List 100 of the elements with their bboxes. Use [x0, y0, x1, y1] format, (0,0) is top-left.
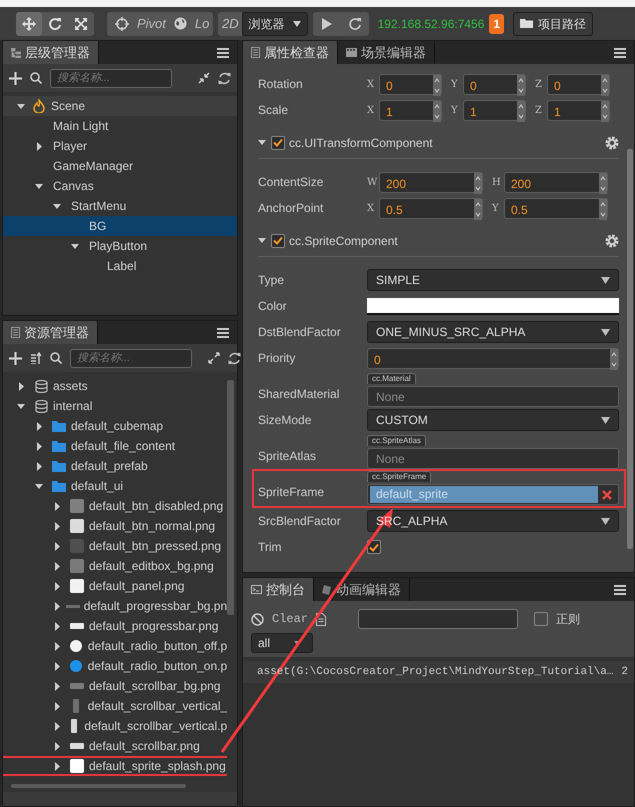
expanded-arrow-icon[interactable]	[17, 402, 26, 410]
number-field[interactable]: 0	[547, 74, 610, 94]
move-icon[interactable]	[22, 16, 36, 30]
spinner-icon[interactable]	[601, 74, 609, 96]
number-field[interactable]: 200	[504, 172, 608, 192]
tree-item[interactable]: Label	[3, 256, 237, 276]
expanded-arrow-icon[interactable]	[258, 236, 267, 245]
tree-item[interactable]: Canvas	[3, 176, 237, 196]
panel-tab[interactable]: 资源管理器	[3, 321, 98, 344]
spinner-icon[interactable]	[599, 198, 607, 220]
tree-item[interactable]: default_prefab	[3, 456, 228, 476]
tree-item[interactable]: default_scrollbar.png	[3, 736, 228, 756]
collapsed-arrow-icon[interactable]	[53, 562, 62, 570]
tree-item[interactable]: default_radio_button_off.p	[3, 636, 228, 656]
number-field[interactable]: 0.5	[379, 198, 483, 218]
server-address[interactable]: 192.168.52.96:7456	[378, 14, 484, 32]
menu-icon[interactable]	[614, 48, 626, 58]
collapsed-arrow-icon[interactable]	[53, 722, 62, 730]
spinner-icon[interactable]	[474, 198, 482, 220]
number-field[interactable]: 0.5	[504, 198, 608, 218]
number-field[interactable]: 1	[379, 100, 442, 120]
collapsed-arrow-icon[interactable]	[53, 542, 62, 550]
sort-icon[interactable]	[30, 352, 42, 364]
file-icon[interactable]	[316, 612, 326, 626]
add-icon[interactable]	[9, 352, 22, 364]
search-icon[interactable]	[30, 72, 42, 84]
number-field[interactable]: 0	[379, 74, 442, 94]
asset-field[interactable]: None	[367, 448, 619, 469]
tree-item[interactable]: default_editbox_bg.png	[3, 556, 228, 576]
asset-field[interactable]: None	[367, 386, 619, 407]
close-icon[interactable]	[602, 490, 612, 500]
tree-item[interactable]: BG	[3, 216, 237, 236]
checkbox[interactable]	[534, 612, 548, 626]
number-field[interactable]: 1	[547, 100, 610, 120]
collapsed-arrow-icon[interactable]	[35, 462, 44, 470]
collapsed-arrow-icon[interactable]	[35, 422, 44, 430]
expanded-arrow-icon[interactable]	[35, 182, 44, 190]
collapsed-arrow-icon[interactable]	[53, 662, 62, 670]
dropdown-select[interactable]: ONE_MINUS_SRC_ALPHA	[367, 321, 619, 343]
menu-icon[interactable]	[217, 48, 229, 58]
number-field[interactable]: 0	[463, 74, 526, 94]
crosshair-icon[interactable]	[115, 16, 129, 30]
tree-item[interactable]: default_cubemap	[3, 416, 228, 436]
project-path-button[interactable]: 项目路径	[513, 12, 594, 36]
tree-item[interactable]: Scene	[3, 96, 237, 116]
refresh-icon[interactable]	[228, 352, 241, 364]
collapsed-arrow-icon[interactable]	[35, 442, 44, 450]
scale-icon[interactable]	[74, 16, 88, 30]
spinner-icon[interactable]	[517, 100, 525, 122]
tree-item[interactable]: PlayButton	[3, 236, 237, 256]
log-level-select[interactable]: all	[251, 633, 313, 653]
tree-item[interactable]: StartMenu	[3, 196, 237, 216]
collapsed-arrow-icon[interactable]	[53, 502, 62, 510]
collapse-icon[interactable]	[198, 72, 210, 84]
panel-tab[interactable]: 层级管理器	[3, 41, 99, 64]
spinner-icon[interactable]	[474, 172, 482, 194]
tool-button[interactable]	[16, 12, 42, 36]
settings-icon[interactable]	[605, 234, 619, 248]
dropdown-select[interactable]: SIMPLE	[367, 269, 619, 291]
spinner-icon[interactable]	[517, 74, 525, 96]
search-field[interactable]: 搜索名称...	[70, 348, 192, 368]
collapsed-arrow-icon[interactable]	[35, 142, 44, 150]
tree-item[interactable]: default_panel.png	[3, 576, 228, 596]
collapsed-arrow-icon[interactable]	[53, 602, 62, 610]
tree-item[interactable]: default_scrollbar_bg.png	[3, 676, 228, 696]
menu-icon[interactable]	[614, 584, 626, 594]
tree-item[interactable]: default_scrollbar_vertical_	[3, 696, 228, 716]
tree-item[interactable]: default_ui	[3, 476, 228, 496]
spinner-icon[interactable]	[599, 172, 607, 194]
expanded-arrow-icon[interactable]	[35, 482, 44, 490]
color-swatch[interactable]	[367, 298, 619, 314]
collapsed-arrow-icon[interactable]	[53, 742, 62, 750]
refresh-icon[interactable]	[218, 72, 231, 84]
tree-item[interactable]: Main Light	[3, 116, 237, 136]
tree-item[interactable]: Player	[3, 136, 237, 156]
enable-checkbox[interactable]	[271, 234, 285, 248]
tree-item[interactable]: assets	[3, 376, 228, 396]
panel-tab[interactable]: 属性检查器	[243, 41, 338, 64]
collapsed-arrow-icon[interactable]	[17, 382, 26, 390]
number-field[interactable]: 200	[379, 172, 483, 192]
mode-2d-button[interactable]: 2D	[218, 12, 243, 36]
tree-item[interactable]: default_scrollbar_vertical.p	[3, 716, 228, 736]
enable-checkbox[interactable]	[271, 136, 285, 150]
panel-tab[interactable]: 控制台	[243, 578, 314, 601]
collapsed-arrow-icon[interactable]	[53, 682, 62, 690]
search-field[interactable]: 搜索名称...	[50, 68, 172, 88]
tree-item[interactable]: internal	[3, 396, 228, 416]
globe-icon[interactable]	[174, 17, 187, 30]
coordinate-toggle[interactable]: Lo	[194, 14, 210, 34]
spinner-icon[interactable]	[601, 100, 609, 122]
expanded-arrow-icon[interactable]	[53, 202, 62, 210]
rotate-icon[interactable]	[48, 16, 62, 30]
collapsed-arrow-icon[interactable]	[53, 582, 62, 590]
menu-icon[interactable]	[217, 328, 229, 338]
tree-item[interactable]: GameManager	[3, 156, 237, 176]
dropdown-select[interactable]: CUSTOM	[367, 409, 619, 431]
tree-item[interactable]: default_radio_button_on.p	[3, 656, 228, 676]
collapsed-arrow-icon[interactable]	[53, 702, 62, 710]
tree-item[interactable]: default_progressbar.png	[3, 616, 228, 636]
tree-item[interactable]: default_file_content	[3, 436, 228, 456]
